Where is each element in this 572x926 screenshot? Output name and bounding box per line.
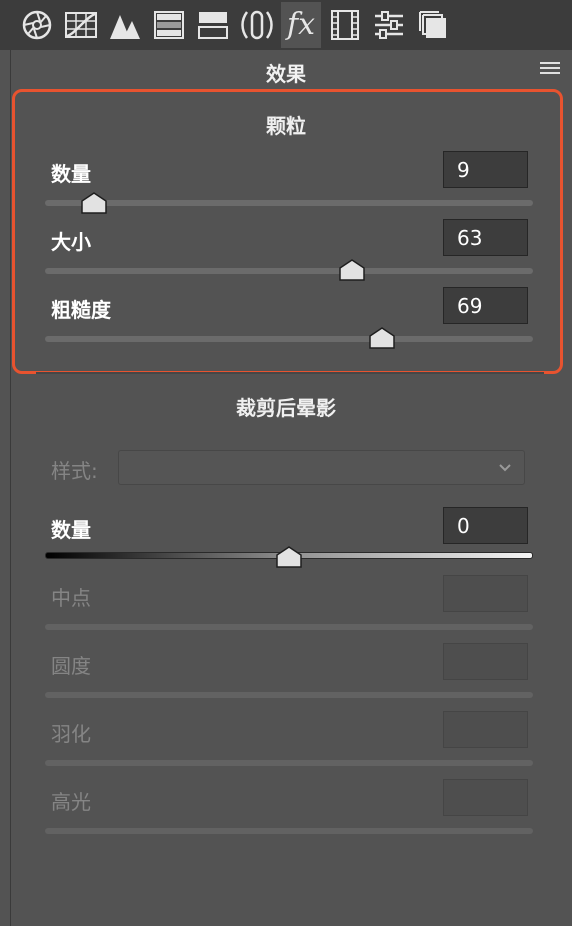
chevron-down-icon: [499, 464, 511, 472]
grain-roughness-label: 粗糙度: [51, 298, 111, 322]
grain-amount-label: 数量: [51, 162, 91, 186]
vignette-feather-slider: [45, 760, 533, 766]
vignette-highlights-slider: [45, 828, 533, 834]
vignette-feather-field: [443, 711, 528, 748]
toolbar: fx: [0, 0, 572, 50]
vignette-roundness-slider: [45, 692, 533, 698]
tool-detail[interactable]: [105, 2, 145, 48]
tool-camera-calibration[interactable]: [325, 2, 365, 48]
vignette-highlights-field: [443, 779, 528, 816]
vignette-feather-label: 羽化: [51, 722, 91, 746]
grain-roughness-field[interactable]: 69: [443, 287, 528, 324]
tool-presets[interactable]: [369, 2, 409, 48]
tool-hsl[interactable]: [149, 2, 189, 48]
vignette-roundness-field: [443, 643, 528, 680]
fx-icon: fx: [286, 7, 316, 42]
tool-snapshots[interactable]: [413, 2, 453, 48]
aperture-icon: [22, 10, 52, 40]
grain-roughness-slider[interactable]: [45, 336, 533, 342]
panel-menu-icon[interactable]: [540, 62, 560, 76]
vignette-amount-label: 数量: [51, 518, 91, 542]
grain-amount-slider[interactable]: [45, 200, 533, 206]
grain-size-label: 大小: [51, 230, 91, 254]
tool-lens[interactable]: [237, 2, 277, 48]
grain-amount-thumb[interactable]: [81, 192, 107, 214]
sliders-icon: [374, 10, 404, 40]
vignette-highlights-label: 高光: [51, 790, 91, 814]
vignette-section-title: 裁剪后晕影: [236, 396, 336, 420]
tool-tone-curve[interactable]: [61, 2, 101, 48]
grain-size-thumb[interactable]: [339, 259, 366, 281]
grain-roughness-thumb[interactable]: [368, 327, 395, 349]
grain-section-title: 颗粒: [266, 114, 306, 138]
tool-effects[interactable]: fx: [281, 2, 321, 48]
film-strip-icon: [331, 10, 359, 40]
grain-amount-field[interactable]: 9: [443, 151, 528, 188]
vignette-midpoint-field: [443, 575, 528, 612]
vignette-midpoint-label: 中点: [51, 586, 91, 610]
vignette-roundness-label: 圆度: [51, 654, 91, 678]
grain-size-slider[interactable]: [45, 268, 533, 274]
layers-icon: [418, 10, 448, 40]
gradient-bars-icon: [154, 11, 184, 39]
vignette-midpoint-slider: [45, 624, 533, 630]
panel-title: 效果: [266, 62, 306, 86]
vignette-amount-field[interactable]: 0: [443, 507, 528, 544]
lens-icon: [241, 10, 273, 40]
split-toning-icon: [198, 11, 228, 39]
vignette-style-label: 样式:: [51, 459, 98, 483]
tool-split-toning[interactable]: [193, 2, 233, 48]
tool-basic[interactable]: [17, 2, 57, 48]
grid-curve-icon: [65, 12, 97, 38]
vignette-style-select[interactable]: [118, 450, 525, 485]
section-divider: [36, 372, 544, 374]
vignette-amount-thumb[interactable]: [276, 546, 302, 568]
grain-size-field[interactable]: 63: [443, 219, 528, 256]
mountains-icon: [109, 10, 141, 40]
